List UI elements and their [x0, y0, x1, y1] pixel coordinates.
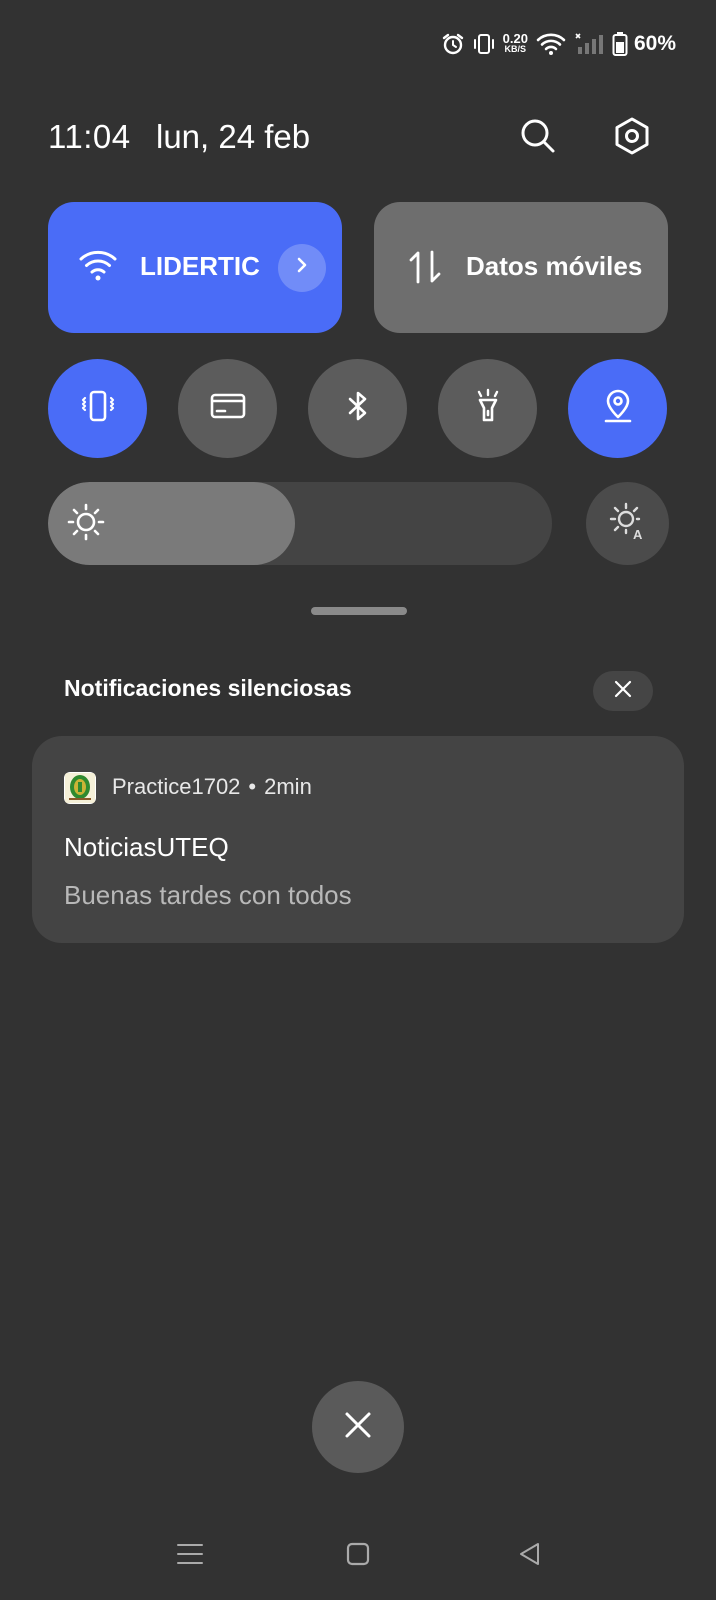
notification-title: NoticiasUTEQ — [64, 832, 229, 862]
back-button[interactable] — [506, 1532, 554, 1580]
vibrate-toggle[interactable] — [48, 359, 147, 458]
battery-icon — [612, 31, 628, 57]
credit-card-icon — [208, 386, 248, 431]
vibrate-icon — [473, 32, 495, 56]
vibrate-icon — [78, 386, 118, 431]
auto-brightness-icon: A — [608, 501, 648, 546]
close-icon — [613, 679, 633, 704]
flashlight-toggle[interactable] — [438, 359, 537, 458]
notification-time: 2min — [264, 774, 312, 799]
wifi-tile[interactable]: LIDERTIC — [48, 202, 342, 333]
notification-card[interactable]: Practice1702 • 2min NoticiasUTEQ Buenas … — [32, 736, 684, 943]
svg-text:A: A — [633, 527, 643, 541]
wifi-network-label: LIDERTIC — [140, 251, 260, 281]
search-icon — [518, 116, 558, 161]
bluetooth-toggle[interactable] — [308, 359, 407, 458]
mobile-data-tile[interactable]: Datos móviles — [374, 202, 668, 333]
search-button[interactable] — [512, 112, 564, 164]
menu-lines-icon — [176, 1540, 204, 1573]
wifi-details-button[interactable] — [278, 243, 326, 292]
location-toggle[interactable] — [568, 359, 667, 458]
status-bar: 0.20 KB/S 60% — [441, 28, 676, 60]
clock-time: 11:04 — [48, 118, 131, 155]
settings-hexagon-icon — [612, 116, 652, 161]
panel-drag-handle[interactable] — [311, 607, 407, 615]
brightness-sun-icon — [66, 502, 106, 547]
chevron-right-icon — [292, 255, 312, 280]
close-icon — [342, 1409, 374, 1446]
wifi-icon — [536, 32, 566, 56]
silent-notifications-title: Notificaciones silenciosas — [64, 675, 352, 701]
home-button[interactable] — [334, 1532, 382, 1580]
square-icon — [345, 1541, 371, 1572]
recents-button[interactable] — [166, 1532, 214, 1580]
navigation-bar — [0, 1520, 716, 1592]
alarm-icon — [441, 32, 465, 56]
triangle-back-icon — [517, 1541, 543, 1572]
close-panel-button[interactable] — [312, 1381, 404, 1473]
clear-silent-notifications-button[interactable] — [593, 671, 653, 711]
app-icon — [64, 772, 96, 804]
notification-body: Buenas tardes con todos — [64, 880, 352, 910]
notification-meta: Practice1702 • 2min — [112, 774, 312, 800]
battery-percent: 60% — [633, 32, 676, 55]
date-label: lun, 24 feb — [156, 118, 311, 155]
auto-brightness-button[interactable]: A — [586, 482, 669, 565]
data-transfer-icon — [408, 249, 442, 290]
mobile-data-label: Datos móviles — [466, 251, 643, 281]
flashlight-icon — [468, 386, 508, 431]
card-toggle[interactable] — [178, 359, 277, 458]
bluetooth-icon — [338, 386, 378, 431]
settings-button[interactable] — [606, 112, 658, 164]
signal-icon — [574, 32, 604, 56]
brightness-slider[interactable] — [48, 482, 552, 565]
wifi-icon — [78, 248, 118, 287]
location-pin-icon — [598, 386, 638, 431]
app-name: Practice1702 — [112, 774, 241, 799]
net-speed: 0.20 KB/S — [502, 31, 528, 54]
meta-separator: • — [248, 774, 257, 799]
